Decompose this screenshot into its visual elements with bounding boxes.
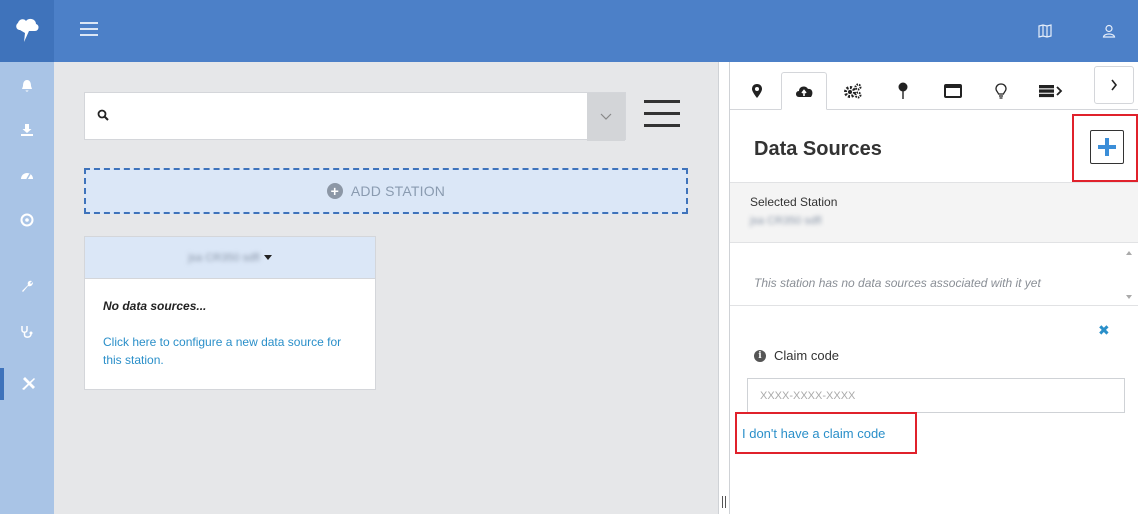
add-station-label: ADD STATION — [350, 183, 446, 199]
search-dropdown-toggle[interactable] — [587, 93, 625, 141]
caret-down-icon — [263, 255, 272, 260]
tabs-scroll-right-button[interactable] — [1094, 66, 1134, 104]
search-icon — [97, 108, 109, 126]
station-name-dropdown[interactable]: jsa CR350 sdfl — [85, 237, 375, 279]
app-logo[interactable] — [0, 0, 54, 62]
cogs-icon — [844, 83, 862, 99]
station-list-menu-button[interactable] — [644, 100, 680, 128]
selected-station-section: Selected Station jsa CR350 sdfl — [730, 182, 1138, 242]
main-area: + ADD STATION jsa CR350 sdfl No data sou… — [54, 62, 718, 514]
selected-station-label: Selected Station — [750, 195, 838, 209]
tab-data-sources[interactable] — [781, 72, 827, 110]
station-name: jsa CR350 sdfl — [188, 251, 260, 264]
dashboard-icon[interactable] — [0, 160, 54, 192]
chevron-right-icon — [1111, 79, 1118, 91]
claim-code-label-row: i Claim code — [754, 348, 839, 363]
wrench-icon[interactable] — [0, 270, 54, 302]
sidebar — [0, 62, 54, 514]
tab-lightbulb[interactable] — [978, 72, 1024, 110]
tab-location[interactable] — [734, 72, 780, 110]
stethoscope-icon[interactable] — [0, 316, 54, 348]
no-claim-code-link[interactable]: I don't have a claim code — [742, 426, 885, 441]
add-data-source-button[interactable] — [1090, 130, 1124, 164]
location-pin-icon — [752, 84, 762, 98]
data-sources-panel: Data Sources Selected Station jsa CR350 … — [730, 62, 1138, 514]
station-search[interactable] — [84, 92, 626, 141]
pushpin-icon — [898, 82, 908, 99]
panel-title: Data Sources — [754, 138, 882, 160]
close-icon[interactable]: ✖ — [1098, 322, 1110, 339]
selected-station-value: jsa CR350 sdfl — [750, 215, 822, 227]
hamburger-icon[interactable] — [80, 22, 98, 38]
empty-message: This station has no data sources associa… — [754, 276, 1041, 290]
info-icon: i — [754, 349, 766, 362]
cloud-upload-icon — [796, 86, 813, 97]
claim-code-label: Claim code — [774, 348, 840, 363]
user-icon[interactable] — [1100, 22, 1118, 40]
panel-tabs — [730, 62, 1138, 110]
add-station-button[interactable]: + ADD STATION — [84, 168, 688, 214]
lightbulb-icon — [995, 83, 1007, 99]
data-sources-list[interactable]: This station has no data sources associa… — [730, 242, 1138, 306]
tab-window[interactable] — [930, 72, 976, 110]
station-card: jsa CR350 sdfl No data sources... Click … — [84, 236, 376, 390]
plus-circle-icon: + — [326, 183, 343, 199]
scroll-down-icon[interactable] — [1126, 295, 1132, 299]
drag-handle-icon — [722, 496, 726, 508]
target-icon[interactable] — [0, 204, 54, 236]
tools-icon[interactable] — [0, 368, 54, 400]
tab-settings[interactable] — [830, 72, 876, 110]
scroll-up-icon[interactable] — [1126, 251, 1132, 255]
bell-icon[interactable] — [0, 70, 54, 102]
map-icon[interactable] — [1036, 22, 1054, 40]
claim-code-input[interactable] — [747, 378, 1125, 413]
tab-server[interactable] — [1028, 72, 1074, 110]
download-icon[interactable] — [0, 114, 54, 146]
no-sources-text: No data sources... — [103, 299, 207, 313]
configure-data-source-link[interactable]: Click here to configure a new data sourc… — [103, 333, 343, 369]
cloud-lightning-icon — [16, 18, 39, 42]
server-icon — [1039, 85, 1063, 98]
panel-splitter[interactable] — [718, 62, 730, 514]
plus-icon — [1098, 138, 1116, 156]
window-icon — [944, 84, 962, 98]
top-bar — [0, 0, 1138, 62]
tab-pin[interactable] — [880, 72, 926, 110]
chevron-down-icon — [600, 113, 612, 120]
